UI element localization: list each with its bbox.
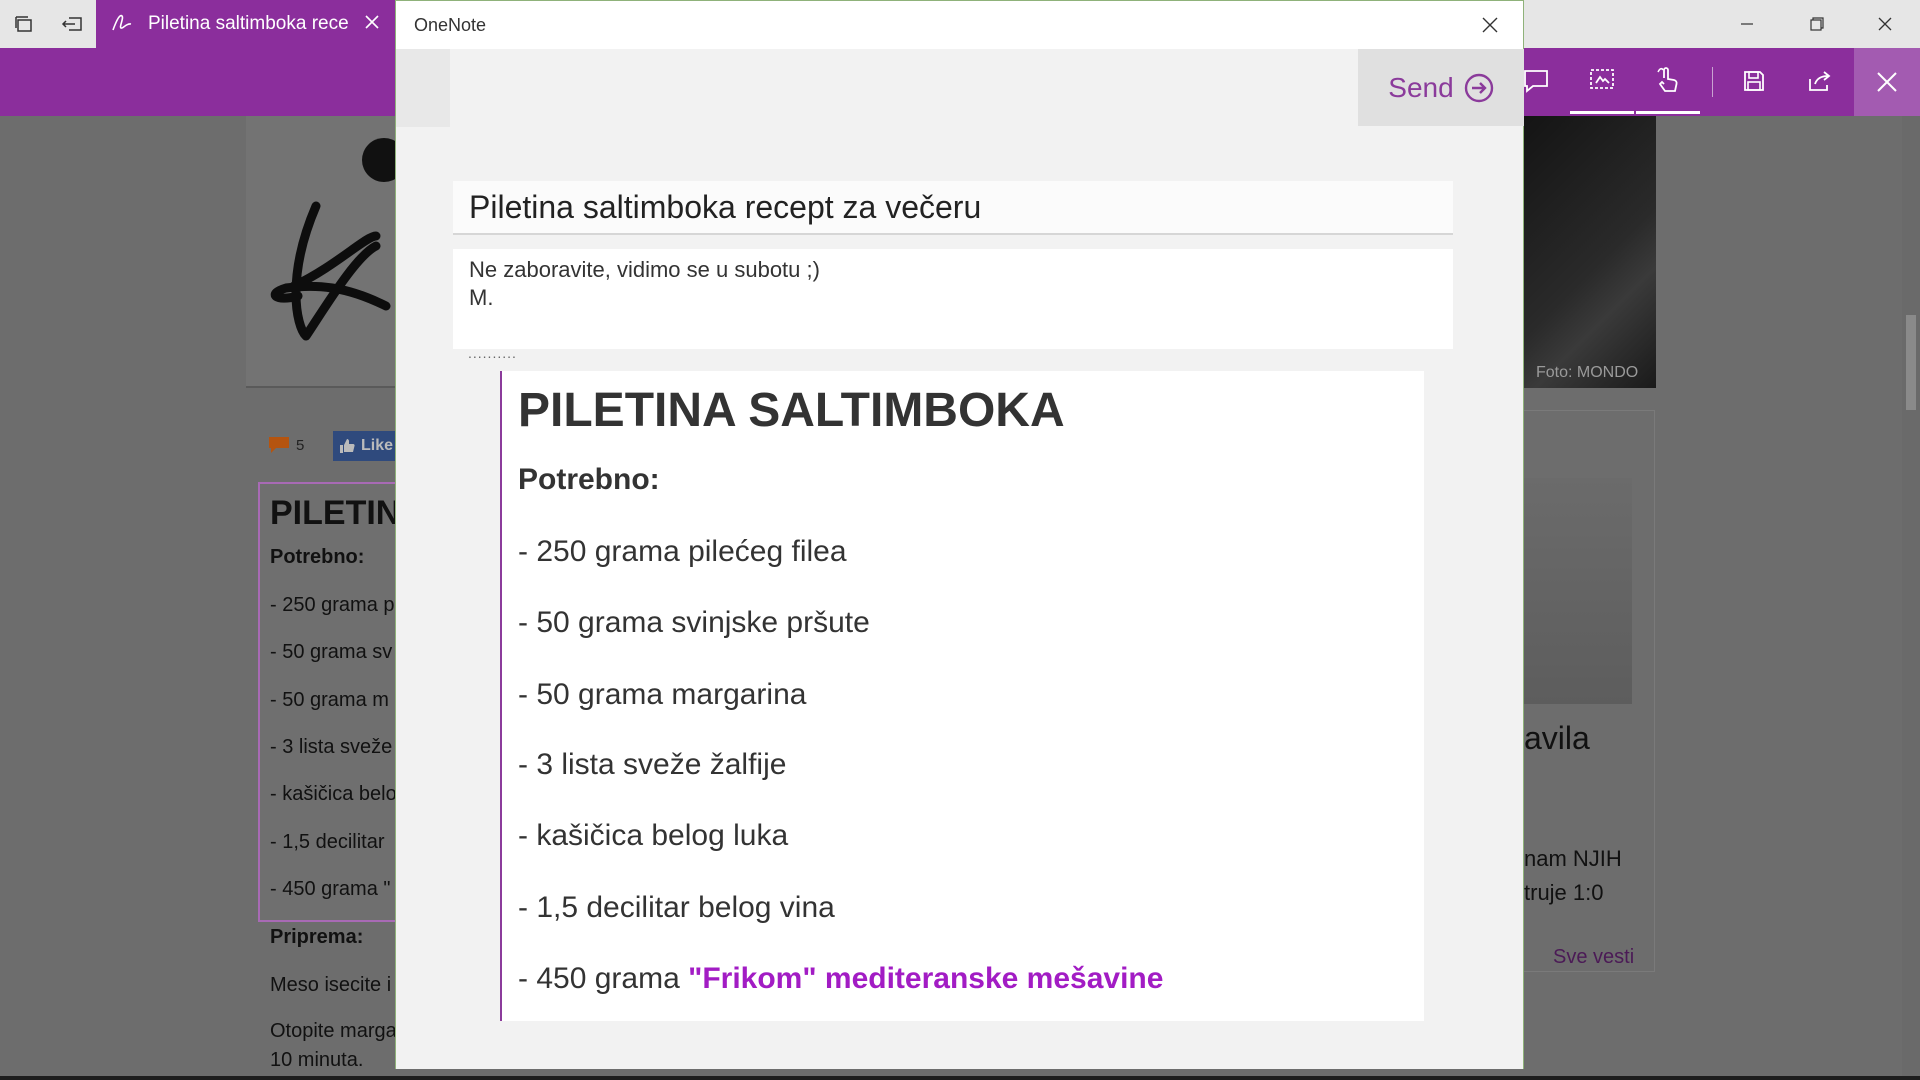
like-label: Like xyxy=(361,437,394,454)
dialog-footer xyxy=(396,1044,1523,1069)
back-tabs-icon[interactable] xyxy=(48,0,96,48)
tabs-aside-icon[interactable] xyxy=(0,0,48,48)
recipe-box-item: - 50 grama m xyxy=(270,689,389,711)
article-photo xyxy=(1524,116,1656,388)
subject-text: Piletina saltimboka recept za večeru xyxy=(469,189,982,225)
clip-ingredient: - 1,5 decilitar belog vina xyxy=(518,891,835,924)
clip-ingredient-prefix: - 450 grama xyxy=(518,962,689,995)
clip-ingredient: - 250 grama pilećeg filea xyxy=(518,535,847,568)
related-news-text[interactable]: truje 1:0 xyxy=(1524,880,1604,906)
save-icon[interactable] xyxy=(1722,48,1786,114)
recipe-box-item: - 50 grama sv xyxy=(270,641,393,663)
note-line: M. xyxy=(469,285,494,310)
taskbar-edge xyxy=(0,1076,1920,1080)
restore-icon[interactable] xyxy=(1782,0,1852,48)
recipe-box-subtitle: Potrebno: xyxy=(270,546,365,568)
photo-caption: Foto: MONDO xyxy=(1536,364,1639,381)
clipped-content: PILETINA SALTIMBOKA Potrebno: - 250 gram… xyxy=(500,371,1424,1021)
recipe-box-item: - 1,5 decilitar xyxy=(270,831,385,853)
share-icon[interactable] xyxy=(1788,48,1852,114)
dialog-left-strip xyxy=(396,49,450,127)
comment-counter[interactable]: 5 xyxy=(268,436,304,454)
exit-notes-icon[interactable] xyxy=(1854,48,1920,116)
active-tab[interactable]: Piletina saltimboka rece xyxy=(96,0,396,48)
related-news-text[interactable]: nam NJIH xyxy=(1524,846,1622,872)
sve-vesti-link[interactable]: Sve vesti xyxy=(1553,946,1634,969)
recipe-box-item: - 3 lista sveže xyxy=(270,736,393,758)
comment-bubble-icon xyxy=(269,437,289,453)
tab-close-icon[interactable] xyxy=(364,14,380,35)
clip-ingredient: - 50 grama margarina xyxy=(518,678,807,711)
facebook-like-button[interactable]: Like xyxy=(333,431,401,461)
clip-ingredient: - kašičica belog luka xyxy=(518,819,789,852)
clip-icon[interactable] xyxy=(1570,48,1634,114)
page-scrollbar-thumb[interactable] xyxy=(1906,315,1916,410)
priprema-text: 10 minuta. xyxy=(270,1049,364,1071)
dialog-titlebar xyxy=(396,1,1523,49)
dialog-title: OneNote xyxy=(414,15,487,35)
toolbar-divider xyxy=(1712,67,1713,97)
clip-ingredient-frikom: - 450 grama "Frikom" mediteranske mešavi… xyxy=(518,962,1163,996)
pen-icon xyxy=(110,11,134,38)
priprema-heading: Priprema: xyxy=(270,926,364,948)
onenote-dialog: OneNote Send Piletina saltimboka recept … xyxy=(395,0,1524,1069)
note-line: Ne zaboravite, vidimo se u subotu ;) xyxy=(469,257,820,282)
recipe-box-item: - kašičica belo xyxy=(270,783,397,805)
subject-field[interactable]: Piletina saltimboka recept za večeru xyxy=(453,181,1453,235)
site-logo xyxy=(246,116,406,388)
priprema-text: Otopite marga xyxy=(270,1020,397,1042)
note-field[interactable]: Ne zaboravite, vidimo se u subotu ;) M. xyxy=(453,249,1453,349)
dialog-close-icon[interactable] xyxy=(1458,1,1522,49)
recipe-box-item: - 250 grama p xyxy=(270,594,395,616)
recipe-box: PILETINA Potrebno: - 250 grama p - 50 gr… xyxy=(258,482,425,922)
minimize-icon[interactable] xyxy=(1712,0,1782,48)
related-news-heading[interactable]: avila xyxy=(1524,720,1590,757)
related-news-image[interactable] xyxy=(1524,478,1632,704)
window-close-icon[interactable] xyxy=(1850,0,1920,48)
send-label: Send xyxy=(1388,71,1454,103)
clip-ingredient: - 3 lista sveže žalfije xyxy=(518,748,787,781)
frikom-brand-text: "Frikom" mediteranske mešavine xyxy=(688,962,1164,995)
clip-ingredient: - 50 grama svinjske pršute xyxy=(518,606,870,639)
priprema-text: Meso isecite i xyxy=(270,974,392,996)
comment-count: 5 xyxy=(296,436,305,454)
touch-write-icon[interactable] xyxy=(1636,48,1700,114)
tab-title: Piletina saltimboka rece xyxy=(148,13,348,34)
clip-heading: PILETINA SALTIMBOKA xyxy=(518,384,1065,437)
clip-separator: .......... xyxy=(468,345,517,361)
page-scrollbar[interactable] xyxy=(1902,116,1920,1080)
arrow-right-circle-icon xyxy=(1464,73,1493,102)
recipe-box-item: - 450 grama " xyxy=(270,878,391,900)
clip-subheading: Potrebno: xyxy=(518,463,660,496)
send-button[interactable]: Send xyxy=(1358,49,1524,126)
thumbs-up-icon xyxy=(340,439,355,453)
